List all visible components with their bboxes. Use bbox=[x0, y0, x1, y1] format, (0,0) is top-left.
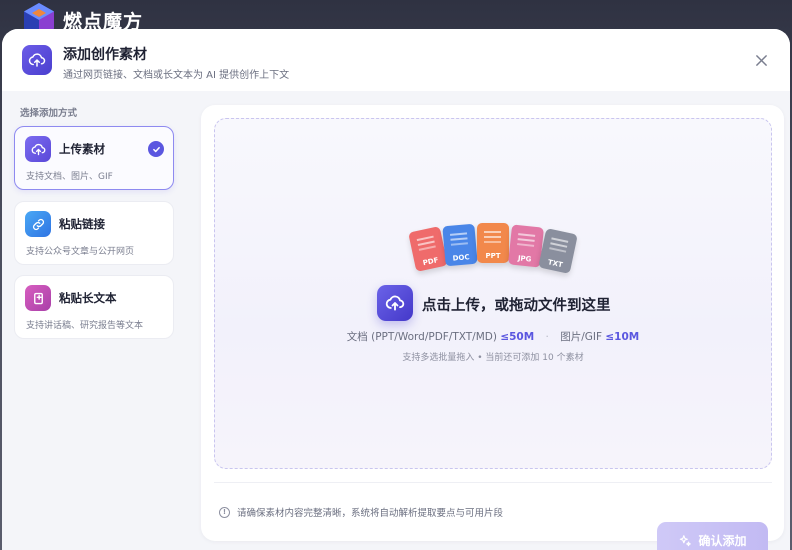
link-icon bbox=[25, 211, 51, 237]
selected-check-icon bbox=[148, 141, 164, 157]
close-button[interactable] bbox=[750, 49, 772, 71]
dialog-title: 添加创作素材 bbox=[63, 47, 147, 63]
doc-size-limit: ≤50M bbox=[500, 331, 535, 343]
separator: · bbox=[545, 331, 549, 343]
option-desc: 支持文档、图片、GIF bbox=[26, 172, 113, 182]
file-dropzone[interactable]: PDF DOC PPT JPG TXT 点击上传，或拖动文件到这里 文档 (PP… bbox=[214, 118, 772, 469]
upload-cloud-icon bbox=[22, 45, 52, 75]
method-sidebar: 选择添加方式 上传素材 支持文档、图片、GIF 粘贴链接 支持公众号文章与公开网… bbox=[2, 91, 186, 550]
close-icon bbox=[755, 54, 767, 66]
dialog-header: 添加创作素材 通过网页链接、文档或长文本为 AI 提供创作上下文 bbox=[2, 29, 790, 91]
info-icon: ! bbox=[219, 506, 230, 518]
ppt-file-icon: PPT bbox=[477, 223, 509, 263]
doc-formats: 文档 (PPT/Word/PDF/TXT/MD) bbox=[346, 331, 497, 343]
image-size-limit: ≤10M bbox=[605, 331, 640, 343]
option-title: 粘贴长文本 bbox=[59, 291, 117, 305]
sparkle-icon bbox=[680, 534, 692, 546]
upload-hint: 支持多选批量拖入 • 当前还可添加 10 个素材 bbox=[402, 353, 584, 363]
confirm-add-button[interactable]: 确认添加 bbox=[657, 522, 768, 550]
upload-title: 点击上传，或拖动文件到这里 bbox=[422, 298, 611, 314]
upload-panel: PDF DOC PPT JPG TXT 点击上传，或拖动文件到这里 文档 (PP… bbox=[201, 105, 784, 550]
upload-cloud-icon bbox=[25, 136, 51, 162]
option-paste-long-text[interactable]: 粘贴长文本 支持讲话稿、研究报告等文本 bbox=[14, 275, 174, 339]
add-material-dialog: 添加创作素材 通过网页链接、文档或长文本为 AI 提供创作上下文 选择添加方式 … bbox=[2, 29, 790, 550]
txt-file-icon: TXT bbox=[538, 228, 578, 274]
doc-file-icon: DOC bbox=[442, 223, 478, 267]
option-desc: 支持公众号文章与公开网页 bbox=[26, 247, 135, 257]
dialog-subtitle: 通过网页链接、文档或长文本为 AI 提供创作上下文 bbox=[63, 70, 290, 81]
upload-cloud-icon[interactable] bbox=[377, 285, 413, 321]
file-type-icons: PDF DOC PPT JPG TXT bbox=[408, 223, 580, 274]
pdf-file-icon: PDF bbox=[408, 226, 448, 272]
image-formats: 图片/GIF bbox=[560, 331, 603, 343]
option-upload-material[interactable]: 上传素材 支持文档、图片、GIF bbox=[14, 126, 174, 190]
footer-note-text: 请确保素材内容完整清晰，系统将自动解析提取要点与可用片段 bbox=[237, 508, 504, 519]
option-title: 粘贴链接 bbox=[59, 217, 105, 231]
sidebar-heading: 选择添加方式 bbox=[20, 108, 78, 119]
confirm-add-label: 确认添加 bbox=[698, 534, 747, 548]
option-paste-link[interactable]: 粘贴链接 支持公众号文章与公开网页 bbox=[14, 201, 174, 265]
paste-text-icon bbox=[25, 285, 51, 311]
format-limits: 文档 (PPT/Word/PDF/TXT/MD) ≤50M · 图片/GIF ≤… bbox=[215, 329, 771, 344]
footer-note: ! 请确保素材内容完整清晰，系统将自动解析提取要点与可用片段 bbox=[219, 505, 503, 519]
option-title: 上传素材 bbox=[59, 142, 105, 156]
option-desc: 支持讲话稿、研究报告等文本 bbox=[26, 321, 144, 331]
footer-divider bbox=[214, 482, 772, 483]
